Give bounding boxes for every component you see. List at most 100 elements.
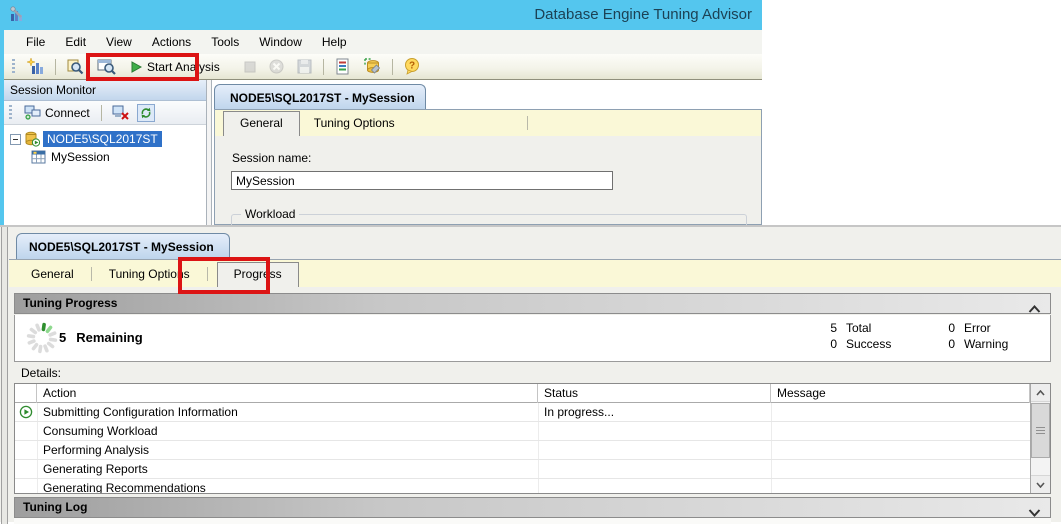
disconnect-button[interactable] [108, 103, 133, 122]
workload-label: Workload [241, 207, 299, 221]
refresh-icon [140, 107, 152, 119]
tuning-log-body [14, 518, 1051, 524]
status-column-header[interactable]: Status [538, 384, 771, 403]
table-row[interactable]: Generating Reports [15, 460, 1030, 479]
in-progress-icon [19, 405, 33, 422]
help-button[interactable]: ? [400, 56, 424, 77]
panel-splitter[interactable] [206, 80, 212, 225]
menu-file[interactable]: File [16, 30, 55, 54]
menu-help[interactable]: Help [312, 30, 357, 54]
tree-node-session[interactable]: MySession [4, 148, 206, 166]
progress-spinner-icon [24, 320, 60, 359]
message-column-header[interactable]: Message [771, 384, 1030, 403]
stop-icon [244, 61, 256, 73]
table-header-row: Action Status Message [15, 384, 1050, 403]
count-warning-label: Warning [964, 337, 1008, 351]
session-document-tab[interactable]: NODE5\SQL2017ST - MySession [16, 233, 230, 259]
collapse-icon[interactable] [10, 134, 21, 145]
menu-actions[interactable]: Actions [142, 30, 201, 54]
new-session-icon [27, 58, 44, 75]
connect-label: Connect [45, 106, 90, 120]
cell-status [538, 460, 771, 479]
connect-button[interactable]: Connect [19, 104, 95, 121]
table-row[interactable]: Consuming Workload [15, 422, 1030, 441]
toolbar-separator [323, 59, 324, 75]
tree-node-server[interactable]: NODE5\SQL2017ST [4, 130, 206, 148]
table-row[interactable]: Performing Analysis [15, 441, 1030, 460]
dta-main-window: Database Engine Tuning Advisor File Edit… [0, 0, 762, 225]
session-document-tab-label: NODE5\SQL2017ST - MySession [29, 240, 214, 254]
scrollbar-thumb[interactable] [1031, 403, 1050, 458]
toolbar-separator [392, 59, 393, 75]
count-success-value: 0 [815, 337, 837, 351]
refresh-button[interactable] [137, 104, 155, 122]
cancel-icon [269, 59, 284, 74]
tab-progress[interactable]: Progress [217, 262, 299, 287]
server-database-icon [24, 131, 40, 147]
status-icon-column-header[interactable] [15, 384, 37, 403]
menu-window[interactable]: Window [249, 30, 312, 54]
magnifier-icon [67, 59, 84, 75]
scroll-down-button[interactable] [1031, 475, 1050, 493]
vertical-scrollbar[interactable] [1030, 384, 1050, 493]
scroll-up-button[interactable] [1031, 384, 1050, 402]
toolbar-grip[interactable] [12, 59, 15, 74]
session-table-icon [31, 150, 46, 164]
session-monitor-button[interactable] [63, 57, 88, 77]
start-analysis-button[interactable]: Start Analysis [125, 58, 229, 76]
toolbar-separator [101, 105, 102, 121]
session-properties-button[interactable] [331, 56, 354, 77]
remaining-label: Remaining [76, 330, 142, 345]
cell-action: Submitting Configuration Information [37, 403, 538, 422]
tuning-log-header: Tuning Log [14, 497, 1051, 518]
tab-strip: General Tuning Options [215, 110, 761, 136]
save-icon [297, 59, 312, 74]
session-monitor-title: Session Monitor [10, 83, 96, 97]
tuning-options-button[interactable] [359, 56, 385, 77]
session-document-tab[interactable]: NODE5\SQL2017ST - MySession [214, 84, 426, 110]
tune-database-icon [363, 58, 381, 75]
window-left-border [1, 227, 8, 524]
menu-bar: File Edit View Actions Tools Window Help [4, 30, 762, 54]
menu-tools[interactable]: Tools [201, 30, 249, 54]
tab-general[interactable]: General [223, 111, 300, 136]
session-name-label: Session name: [232, 151, 311, 165]
cell-status [538, 479, 771, 494]
tab-tuning-options[interactable]: Tuning Options [95, 263, 204, 287]
count-warning-value: 0 [933, 337, 955, 351]
save-button [293, 57, 316, 76]
tab-general[interactable]: General [17, 263, 88, 287]
toolbar-separator [55, 59, 56, 75]
table-row[interactable]: Submitting Configuration Information In … [15, 403, 1030, 422]
cell-message [771, 422, 1030, 441]
cell-message [771, 403, 1030, 422]
cell-action: Consuming Workload [37, 422, 538, 441]
title-bar: Database Engine Tuning Advisor [0, 0, 762, 30]
cell-action: Generating Recommendations [37, 479, 538, 494]
tuning-log-title: Tuning Log [23, 500, 87, 514]
server-node-label[interactable]: NODE5\SQL2017ST [43, 131, 162, 147]
play-icon [131, 61, 142, 73]
cell-action: Performing Analysis [37, 441, 538, 460]
stop-analysis-button [240, 59, 260, 75]
count-error-value: 0 [933, 321, 955, 335]
session-name-input[interactable] [231, 171, 613, 190]
menu-edit[interactable]: Edit [55, 30, 96, 54]
action-column-header[interactable]: Action [37, 384, 538, 403]
session-document-panel: General Tuning Options Session name: Wor… [214, 109, 762, 225]
preview-workload-button[interactable] [93, 57, 120, 77]
session-node-label[interactable]: MySession [49, 149, 112, 165]
cell-message [771, 441, 1030, 460]
count-total-label: Total [846, 321, 871, 335]
toolbar-grip[interactable] [9, 105, 12, 120]
new-session-button[interactable] [23, 56, 48, 77]
cancel-button [265, 57, 288, 76]
svg-text:?: ? [409, 61, 415, 72]
tab-tuning-options[interactable]: Tuning Options [300, 112, 409, 136]
menu-view[interactable]: View [96, 30, 142, 54]
progress-view-fragment: NODE5\SQL2017ST - MySession General Tuni… [0, 225, 1061, 522]
app-icon [8, 6, 26, 27]
tuning-progress-header: Tuning Progress [14, 293, 1051, 314]
table-row[interactable]: Generating Recommendations [15, 479, 1030, 494]
count-total-value: 5 [815, 321, 837, 335]
